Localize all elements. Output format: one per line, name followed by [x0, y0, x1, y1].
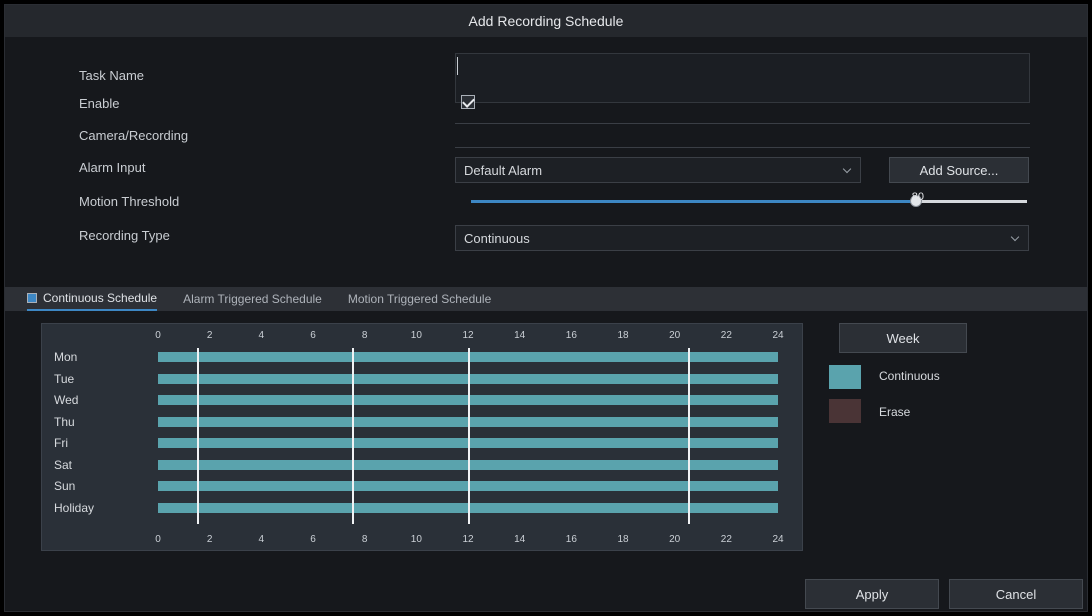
- day-label: Sun: [54, 479, 76, 493]
- cancel-button[interactable]: Cancel: [949, 579, 1083, 609]
- hour-label-top: 16: [565, 330, 577, 341]
- week-button[interactable]: Week: [839, 323, 967, 353]
- alarm-input-value: Default Alarm: [464, 162, 543, 178]
- hour-label-top: 18: [617, 330, 629, 341]
- add-source-label: Add Source...: [919, 162, 999, 178]
- slider-value: 80: [911, 191, 925, 203]
- add-source-button[interactable]: Add Source...: [889, 157, 1029, 183]
- alarm-input-select[interactable]: Default Alarm: [455, 157, 861, 183]
- continuous-swatch[interactable]: [829, 365, 861, 389]
- hour-label-top: 12: [462, 330, 474, 341]
- week-label: Week: [886, 330, 920, 346]
- label-motion-threshold: Motion Threshold: [79, 189, 179, 213]
- day-label: Sat: [54, 457, 73, 472]
- hour-label-bottom: 10: [410, 534, 422, 545]
- chevron-down-icon: [842, 164, 852, 174]
- hour-label-top: 20: [669, 330, 681, 341]
- hour-label-top: 6: [310, 330, 316, 341]
- task-name-label: Task Name: [79, 67, 145, 83]
- hour-label-bottom: 24: [772, 534, 784, 545]
- time-marker: [196, 348, 199, 524]
- recording-type-label: Recording Type: [79, 227, 170, 243]
- recording-type-select[interactable]: Continuous: [455, 225, 1029, 251]
- hour-label-bottom: 18: [617, 534, 629, 545]
- cancel-label: Cancel: [995, 586, 1037, 602]
- recording-type-value: Continuous: [464, 230, 530, 246]
- hour-label-bottom: 12: [462, 534, 474, 545]
- day-label: Holiday: [54, 500, 95, 515]
- apply-label: Apply: [855, 586, 889, 602]
- continuous-legend-label: Continuous: [879, 369, 940, 383]
- day-label: Tue: [54, 371, 75, 386]
- hour-label-top: 22: [720, 330, 732, 341]
- hour-label-top: 0: [155, 330, 161, 341]
- label-alarm-input: Alarm Input: [79, 155, 145, 179]
- hour-label-top: 2: [206, 330, 213, 341]
- label-recording-type: Recording Type: [79, 223, 170, 247]
- hour-label-bottom: 16: [565, 534, 577, 545]
- hour-label-top: 24: [772, 330, 784, 341]
- hour-label-bottom: 0: [155, 534, 161, 545]
- tab-checkbox-icon: [27, 293, 37, 303]
- schedule-grid[interactable]: 0 0 2 2 4 4 6 6 8 8 10 10 12 12 14 14 16 16 18 18 20 20 22 22 24…: [41, 323, 803, 551]
- time-marker: [351, 348, 354, 524]
- erase-legend-label: Erase: [879, 405, 911, 419]
- text-cursor: [457, 57, 458, 75]
- chevron-down-icon: [1010, 232, 1020, 242]
- label-task-name: Task Name: [79, 63, 144, 87]
- tab-alarm-label: Alarm Triggered Schedule: [183, 292, 322, 306]
- tab-alarm[interactable]: Alarm Triggered Schedule: [183, 287, 322, 311]
- task-name-input[interactable]: [455, 53, 1030, 103]
- hour-label-bottom: 2: [206, 534, 213, 545]
- hour-label-top: 4: [258, 330, 265, 341]
- schedule-tabs: Continuous Schedule Alarm Triggered Sche…: [5, 287, 1087, 311]
- slider-fill: [471, 200, 916, 203]
- hour-label-bottom: 6: [310, 534, 316, 545]
- hour-label-top: 10: [410, 330, 422, 341]
- label-camera: Camera/Recording: [79, 123, 188, 147]
- tab-continuous-label: Continuous Schedule: [43, 291, 158, 305]
- day-label: Wed: [54, 393, 79, 407]
- tab-motion-label: Motion Triggered Schedule: [347, 292, 492, 306]
- camera-label: Camera/Recording: [79, 127, 189, 143]
- tab-continuous[interactable]: Continuous Schedule: [27, 287, 158, 311]
- apply-button[interactable]: Apply: [805, 579, 939, 609]
- motion-threshold-slider[interactable]: 80: [471, 191, 1027, 207]
- motion-threshold-label: Motion Threshold: [79, 193, 180, 209]
- time-marker: [468, 348, 470, 524]
- hour-label-bottom: 4: [258, 534, 265, 545]
- time-marker: [687, 348, 690, 524]
- hour-label-bottom: 14: [514, 534, 526, 545]
- day-label: Fri: [54, 436, 68, 450]
- enable-checkbox[interactable]: [461, 95, 475, 109]
- schedule-dialog: Add Recording Schedule Task Name Enable …: [4, 4, 1088, 612]
- camera-field-top: [455, 123, 1030, 124]
- camera-field-bottom: [455, 147, 1030, 148]
- hour-label-bottom: 20: [669, 534, 681, 545]
- hour-label-bottom: 8: [361, 534, 368, 545]
- hour-label-top: 14: [514, 330, 526, 341]
- alarm-input-label: Alarm Input: [79, 159, 146, 175]
- dialog-title: Add Recording Schedule: [468, 13, 624, 29]
- label-enable: Enable: [79, 91, 119, 115]
- enable-label: Enable: [79, 95, 120, 111]
- tab-motion[interactable]: Motion Triggered Schedule: [348, 287, 491, 311]
- day-label: Thu: [54, 414, 75, 429]
- day-label: Mon: [54, 350, 78, 364]
- erase-swatch[interactable]: [829, 399, 861, 423]
- hour-label-top: 8: [361, 330, 368, 341]
- hour-label-bottom: 22: [720, 534, 732, 545]
- dialog-titlebar: Add Recording Schedule: [5, 5, 1087, 37]
